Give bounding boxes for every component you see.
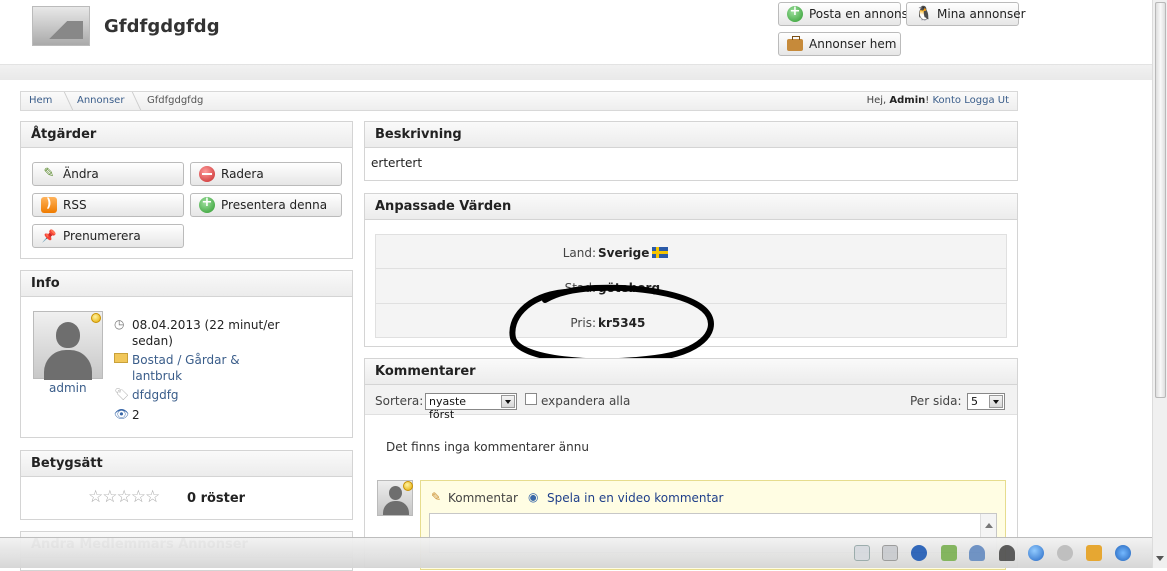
breadcrumb-current: Gfdfgdgfdg [147,95,204,106]
edit-button[interactable]: ✎ Ändra [32,162,184,186]
logout-link[interactable]: Logga Ut [964,95,1009,106]
add-icon [199,195,215,213]
breadcrumb-separator [54,92,74,110]
comments-title: Kommentarer [365,359,1017,385]
webcam-icon: ◉ [528,490,539,504]
page-scrollbar[interactable] [1152,0,1167,568]
rating-panel: Betygsätt ☆☆☆☆☆ 0 röster [20,450,353,520]
description-title: Beskrivning [365,122,1017,148]
scroll-down-arrow-icon[interactable] [1156,556,1164,565]
add-icon [787,4,803,22]
power-icon[interactable] [1115,545,1131,561]
clock-icon: ◷ [114,317,125,331]
rss-icon [41,196,57,213]
breadcrumb-separator [122,92,142,110]
delete-button[interactable]: Radera [190,162,342,186]
video-comment-tab[interactable]: Spela in en video kommentar [547,491,724,505]
feature-button[interactable]: Presentera denna [190,193,342,217]
chevron-down-icon [989,395,1003,408]
info-tag: 🏷 dfdgdfg [114,387,179,402]
info-title: Info [21,271,352,297]
breadcrumb-home[interactable]: Hem [29,95,52,106]
cart-icon[interactable] [882,545,898,561]
rss-button[interactable]: RSS [32,193,184,217]
sweden-flag-icon [652,247,669,258]
ads-home-button[interactable]: Annonser hem [778,32,901,56]
info-panel: Info admin ◷ 08.04.2013 (22 minut/er sed… [20,270,353,438]
info-date: ◷ 08.04.2013 (22 minut/er sedan) [114,317,280,348]
site-title[interactable]: Gfdfgdgfdg [104,16,220,37]
actions-title: Åtgärder [21,122,352,148]
comment-tab[interactable]: Kommentar [448,491,518,505]
crown-icon[interactable] [1086,545,1102,561]
actions-panel: Åtgärder ✎ Ändra Radera RSS Presentera d… [20,121,353,259]
chart-icon[interactable] [941,545,957,561]
scrollbar-thumb[interactable] [1155,2,1166,398]
custom-values-title: Anpassade Värden [365,194,1017,220]
expand-all-checkbox[interactable] [525,393,537,405]
rating-title: Betygsätt [21,451,352,477]
penguin-icon: 🐧 [915,6,933,22]
author-link[interactable]: admin [49,381,87,395]
sort-select[interactable]: nyaste först [425,393,517,421]
info-views: 👁 2 [114,407,140,422]
custom-value-row: Land: Sverige [376,235,1006,269]
price-annotation-scribble [509,284,714,365]
post-ad-button[interactable]: Posta en annons [778,2,908,26]
pin-icon: 📌 [41,229,57,243]
gear-icon[interactable] [1057,545,1073,561]
online-status-icon [403,481,413,491]
my-ads-button[interactable]: 🐧 Mina annonser [906,2,1026,26]
custom-values-panel: Anpassade Värden Land: Sverige Stad: göt… [364,193,1018,365]
tag-icon: 🏷 [114,387,130,401]
mail-icon[interactable] [854,545,870,561]
site-logo[interactable] [32,6,90,46]
info-category: Bostad / Gårdar & lantbruk [114,352,344,384]
delete-icon [199,166,215,182]
no-comments-text: Det finns inga kommentarer ännu [386,440,589,454]
rating-stars[interactable]: ☆☆☆☆☆ [88,487,160,507]
eye-icon: 👁 [114,407,130,421]
helmet-icon[interactable] [999,545,1015,561]
breadcrumb: Hem Annonser Gfdfgdgfdg Hej, Admin! Kont… [20,91,1018,111]
account-link[interactable]: Konto [932,95,961,106]
description-text: ertertert [371,156,423,170]
user-info: Hej, Admin! Konto Logga Ut [866,95,1009,106]
page-header: Gfdfgdgfdg Posta en annons 🐧 Mina annons… [0,0,1152,64]
briefcase-icon [787,36,803,51]
info-icon[interactable] [911,545,927,561]
online-status-icon [91,313,101,323]
per-page-select[interactable]: 5 [967,393,1005,410]
user-icon[interactable] [969,545,985,561]
votes-count: 0 röster [187,491,246,506]
folder-icon [114,353,128,363]
chevron-down-icon [501,395,515,408]
breadcrumb-ads[interactable]: Annonser [77,95,124,106]
description-panel: Beskrivning ertertert [364,121,1018,181]
category-link[interactable]: Bostad / Gårdar & [132,352,344,368]
pencil-icon: ✎ [431,490,442,504]
pencil-icon: ✎ [43,166,55,181]
comments-toolbar: Sortera: nyaste först expandera alla Per… [365,385,1017,421]
subscribe-button[interactable]: 📌 Prenumerera [32,224,184,248]
globe-icon[interactable] [1028,545,1044,561]
header-band [0,64,1152,80]
username: Admin [889,95,926,106]
browser-toolbar [0,537,1152,568]
